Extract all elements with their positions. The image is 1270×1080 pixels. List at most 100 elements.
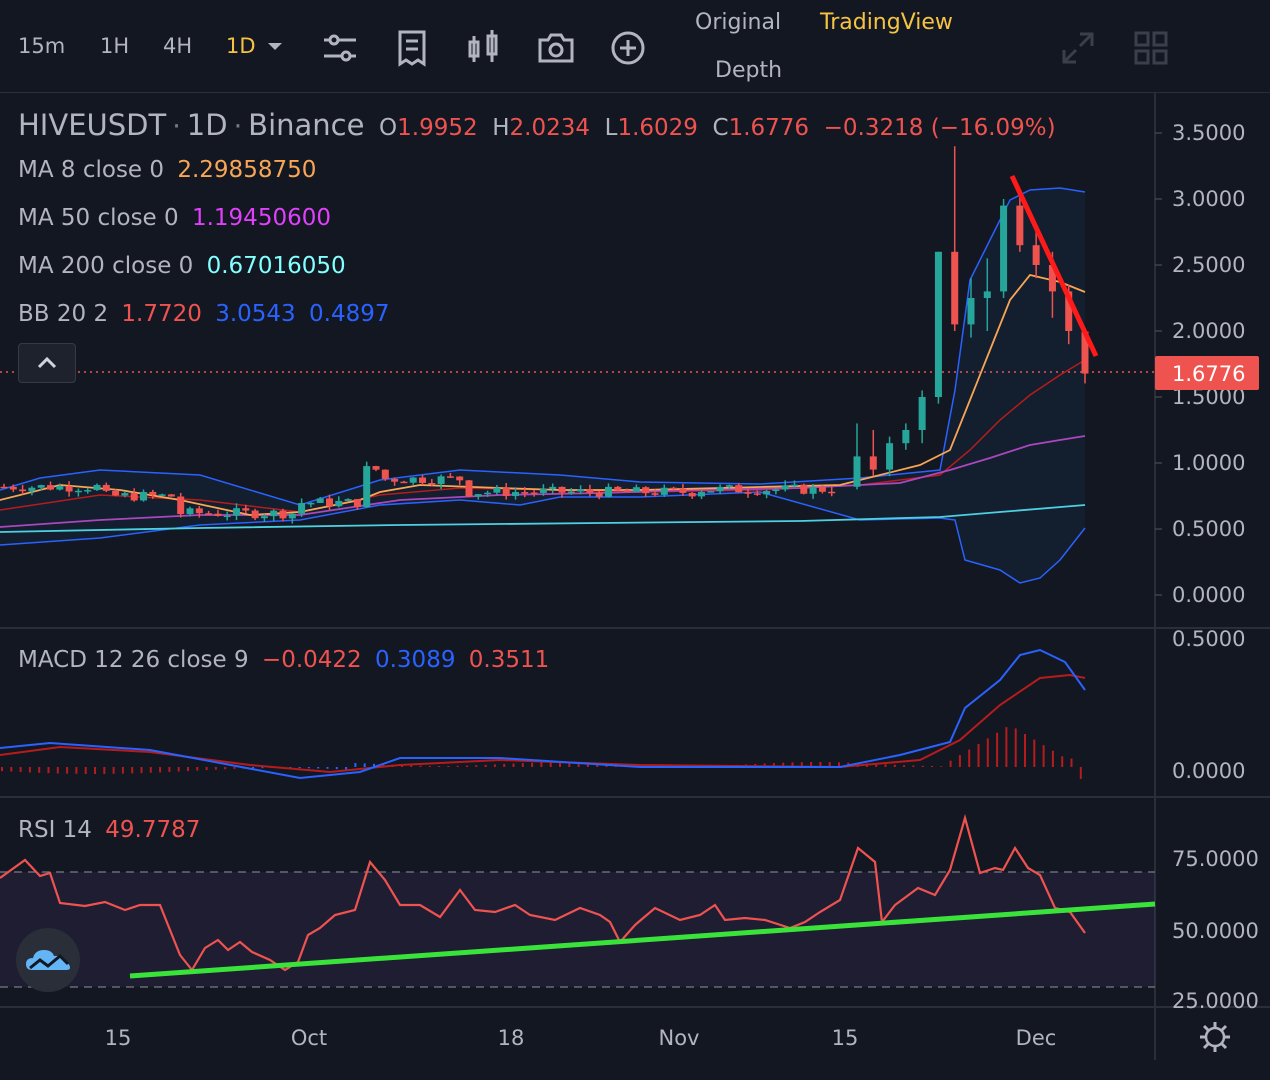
macd-hist-bar bbox=[893, 764, 896, 767]
macd-hist-bar bbox=[94, 767, 96, 774]
candle-body bbox=[670, 487, 678, 490]
macd-hist-bar bbox=[112, 767, 115, 774]
candle-body bbox=[74, 490, 82, 493]
candle-body bbox=[167, 494, 175, 497]
candle-body bbox=[428, 482, 436, 485]
fullscreen-icon[interactable] bbox=[1058, 30, 1098, 66]
macd-hist-bar bbox=[1061, 756, 1064, 767]
candle-body bbox=[763, 491, 771, 495]
price-chart[interactable]: 3.5000 3.0000 2.5000 2.0000 1.5000 1.000… bbox=[0, 92, 1270, 1080]
candle-body bbox=[983, 291, 991, 298]
timeframe-15m[interactable]: 15m bbox=[18, 34, 65, 58]
candle-body bbox=[456, 476, 464, 481]
macd-hist-bar bbox=[912, 765, 915, 767]
candle-body bbox=[484, 492, 492, 495]
candles-group bbox=[0, 146, 1089, 524]
candle-body bbox=[707, 491, 715, 493]
macd-hist-bar bbox=[103, 767, 106, 774]
candle-body bbox=[363, 466, 371, 508]
symbol-name[interactable]: HIVEUSDT bbox=[18, 108, 166, 142]
candle-body bbox=[651, 493, 659, 495]
rsi-legend[interactable]: RSI 14 49.7787 bbox=[18, 817, 206, 843]
cloud-logo-icon bbox=[26, 950, 70, 970]
candle-body bbox=[800, 484, 808, 494]
macd-hist-bar bbox=[131, 767, 134, 774]
ma8-legend[interactable]: MA 8 close 0 2.29858750 bbox=[18, 157, 322, 183]
candle-body bbox=[446, 476, 454, 478]
candle-body bbox=[1032, 245, 1040, 265]
tab-depth[interactable]: Depth bbox=[715, 58, 782, 83]
candle-body bbox=[93, 484, 101, 491]
macd-tick: 0.0000 bbox=[1172, 759, 1245, 783]
macd-hist-bar bbox=[168, 767, 171, 772]
candle-body bbox=[828, 491, 836, 494]
macd-hist-bar bbox=[326, 767, 329, 769]
candle-body bbox=[886, 443, 894, 470]
macd-hist-bar bbox=[419, 765, 422, 767]
bb-legend[interactable]: BB 20 2 1.7720 3.0543 0.4897 bbox=[18, 301, 395, 327]
rsi-label: RSI 14 bbox=[18, 817, 92, 843]
ma200-legend[interactable]: MA 200 close 0 0.67016050 bbox=[18, 253, 352, 279]
collapse-legend-button[interactable] bbox=[18, 343, 76, 383]
candles-icon[interactable] bbox=[464, 28, 504, 68]
candle-body bbox=[502, 487, 510, 497]
candle-body bbox=[400, 481, 408, 484]
candle-body bbox=[437, 476, 445, 485]
macd-hist-bar bbox=[484, 764, 487, 767]
time-tick: 18 bbox=[498, 1026, 525, 1050]
macd-legend[interactable]: MACD 12 26 close 9 −0.0422 0.3089 0.3511 bbox=[18, 647, 555, 673]
layout-grid-icon[interactable] bbox=[1133, 30, 1169, 66]
low-label: L bbox=[604, 115, 618, 141]
macd-hist-bar bbox=[531, 762, 534, 767]
candle-body bbox=[781, 485, 789, 490]
candle-body bbox=[47, 485, 54, 490]
bar-style-icon[interactable] bbox=[392, 28, 432, 68]
candle-body bbox=[951, 251, 959, 325]
price-tick: 3.0000 bbox=[1172, 187, 1245, 211]
close-label: C bbox=[712, 115, 729, 141]
candle-body bbox=[934, 251, 942, 397]
tab-original[interactable]: Original bbox=[695, 10, 781, 35]
camera-icon[interactable] bbox=[536, 28, 576, 68]
macd-hist-bar bbox=[503, 763, 506, 767]
candle-body bbox=[9, 486, 17, 490]
candle-body bbox=[279, 510, 287, 519]
macd-hist-bar bbox=[921, 765, 924, 767]
candle-body bbox=[344, 499, 352, 501]
macd-hist-bar bbox=[940, 766, 943, 767]
macd-hist-bar bbox=[466, 765, 468, 767]
chevron-down-icon[interactable] bbox=[266, 40, 284, 54]
tradingview-logo[interactable] bbox=[16, 928, 80, 992]
candle-body bbox=[1016, 205, 1024, 246]
candle-body bbox=[353, 499, 361, 508]
macd-hist-bar bbox=[224, 767, 227, 770]
macd-hist-bar bbox=[261, 767, 264, 769]
tab-tradingview[interactable]: TradingView bbox=[820, 10, 953, 35]
macd-hist-bar bbox=[10, 767, 13, 772]
candle-body bbox=[725, 485, 733, 487]
candle-body bbox=[140, 491, 147, 501]
bollinger-upper-line bbox=[0, 187, 1086, 506]
ma50-legend[interactable]: MA 50 close 0 1.19450600 bbox=[18, 205, 337, 231]
candle-body bbox=[558, 486, 566, 493]
price-tick: 2.0000 bbox=[1172, 319, 1245, 343]
candle-body bbox=[335, 500, 343, 507]
low-value: 1.6029 bbox=[617, 115, 698, 141]
add-icon[interactable] bbox=[608, 28, 648, 68]
rsi-band-fill bbox=[0, 872, 1155, 987]
candle-body bbox=[409, 477, 417, 483]
gear-icon[interactable] bbox=[1200, 1022, 1230, 1052]
timeframe-1h[interactable]: 1H bbox=[100, 34, 129, 58]
indicators-settings-icon[interactable] bbox=[320, 28, 360, 68]
macd-hist-bar bbox=[958, 755, 961, 767]
macd-hist-bar bbox=[196, 767, 199, 771]
candle-body bbox=[512, 492, 519, 497]
macd-hist-bar bbox=[38, 767, 41, 773]
timeframe-1d[interactable]: 1D bbox=[226, 34, 256, 58]
macd-hist-bar bbox=[1033, 739, 1036, 767]
macd-hist-bar bbox=[363, 763, 366, 767]
timeframe-4h[interactable]: 4H bbox=[163, 34, 192, 58]
macd-hist-bar bbox=[540, 762, 543, 767]
time-tick: 15 bbox=[832, 1026, 859, 1050]
candle-body bbox=[307, 502, 315, 505]
